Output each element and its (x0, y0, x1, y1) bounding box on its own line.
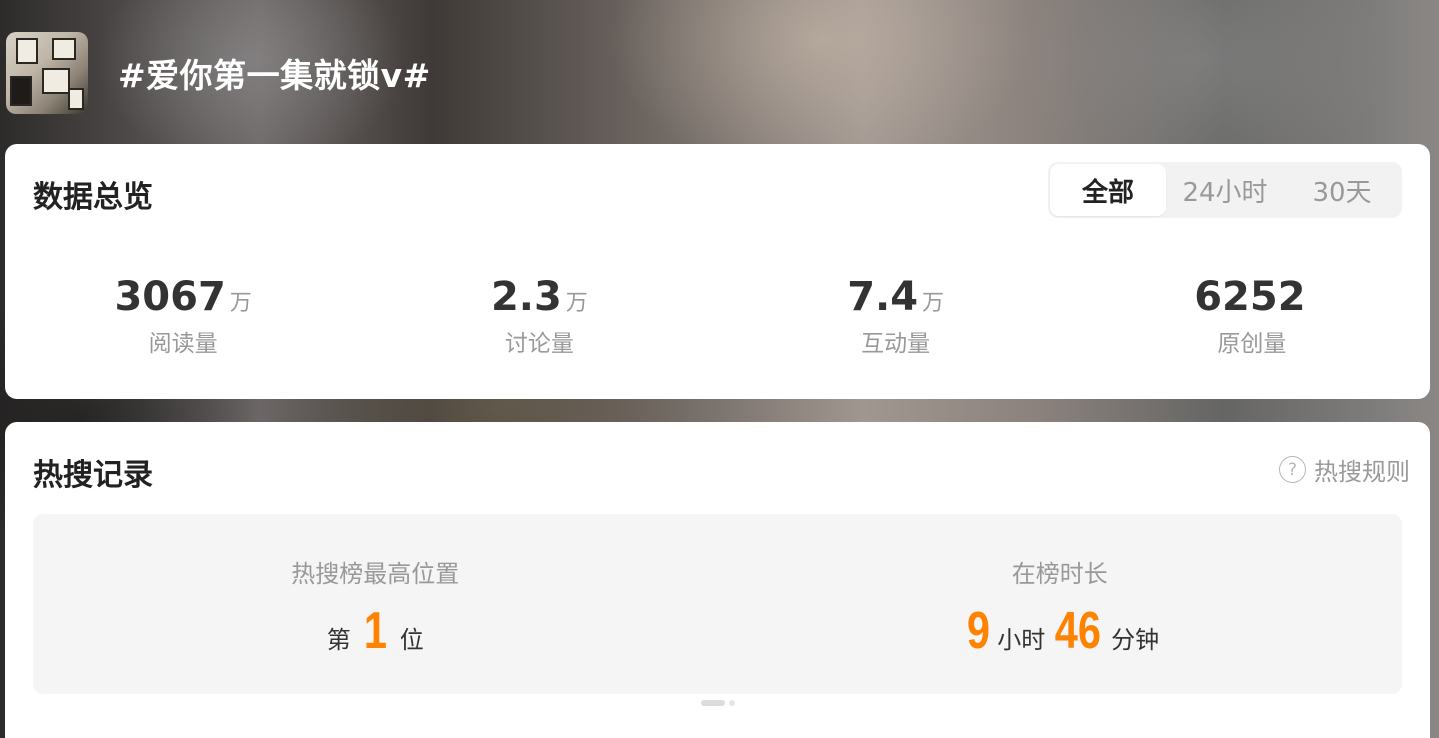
carousel-dot-active[interactable] (700, 700, 725, 706)
carousel-dot[interactable] (728, 700, 735, 706)
position-number: 1 (363, 602, 387, 660)
tab-24h[interactable]: 24小时 (1166, 164, 1284, 216)
carousel-indicator (5, 700, 1430, 706)
topic-title: #爱你第一集就锁v# (118, 56, 431, 95)
hot-search-title: 热搜记录 (33, 458, 153, 493)
stat-label: 讨论量 (504, 331, 574, 357)
data-overview-card: 数据总览 全部 24小时 30天 3067 万 阅读量 2.3 万 讨论量 7.… (5, 144, 1430, 399)
highest-position-block: 热搜榜最高位置 第 1 位 (33, 514, 718, 694)
stat-value: 2.3 (490, 274, 562, 320)
duration-label: 在榜时长 (1011, 560, 1108, 588)
avatar-image-fragment (68, 88, 84, 110)
stat-discussion-count: 2.3 万 讨论量 (361, 274, 717, 358)
position-suffix: 位 (399, 626, 424, 654)
duration-hours: 9 (967, 602, 991, 660)
avatar-image-fragment (16, 38, 38, 64)
minutes-unit: 分钟 (1111, 626, 1160, 654)
stat-label: 互动量 (861, 331, 931, 357)
position-prefix: 第 (326, 626, 351, 654)
hot-search-rules-link[interactable]: ? 热搜规则 (1279, 452, 1410, 487)
stat-unit: 万 (565, 291, 588, 316)
duration-minutes: 46 (1055, 602, 1102, 660)
stat-value: 3067 (114, 274, 226, 320)
duration-block: 在榜时长 9 小时 46 分钟 (718, 514, 1403, 694)
stat-read-count: 3067 万 阅读量 (5, 274, 361, 358)
overview-title: 数据总览 (33, 180, 153, 215)
stat-interaction-count: 7.4 万 互动量 (718, 274, 1074, 358)
stat-label: 阅读量 (148, 331, 218, 357)
stats-row: 3067 万 阅读量 2.3 万 讨论量 7.4 万 互动量 6252 原创量 (5, 274, 1430, 358)
hot-search-stats-panel: 热搜榜最高位置 第 1 位 在榜时长 9 小时 46 分钟 (33, 514, 1402, 694)
avatar-image-fragment (42, 68, 70, 94)
stat-value: 6252 (1194, 274, 1306, 320)
duration-value: 9 小时 46 分钟 (960, 605, 1159, 657)
rules-label: 热搜规则 (1314, 458, 1410, 486)
topic-header: #爱你第一集就锁v# (6, 32, 431, 114)
stat-label: 原创量 (1217, 331, 1287, 357)
stat-unit: 万 (922, 291, 945, 316)
stat-value: 7.4 (847, 274, 919, 320)
avatar-image-fragment (10, 76, 32, 106)
tab-30d[interactable]: 30天 (1284, 164, 1400, 216)
stat-unit: 万 (229, 291, 252, 316)
hot-search-card: 热搜记录 ? 热搜规则 热搜榜最高位置 第 1 位 在榜时长 9 小时 46 分… (5, 422, 1430, 738)
time-range-tabs: 全部 24小时 30天 (1048, 162, 1402, 218)
avatar-image-fragment (52, 38, 76, 60)
highest-position-label: 热搜榜最高位置 (291, 560, 460, 588)
help-circle-icon: ? (1279, 456, 1306, 483)
hours-unit: 小时 (997, 626, 1046, 654)
topic-avatar[interactable] (6, 32, 88, 114)
stat-original-count: 6252 原创量 (1074, 274, 1430, 358)
tab-all[interactable]: 全部 (1050, 164, 1166, 216)
highest-position-value: 第 1 位 (327, 605, 424, 657)
